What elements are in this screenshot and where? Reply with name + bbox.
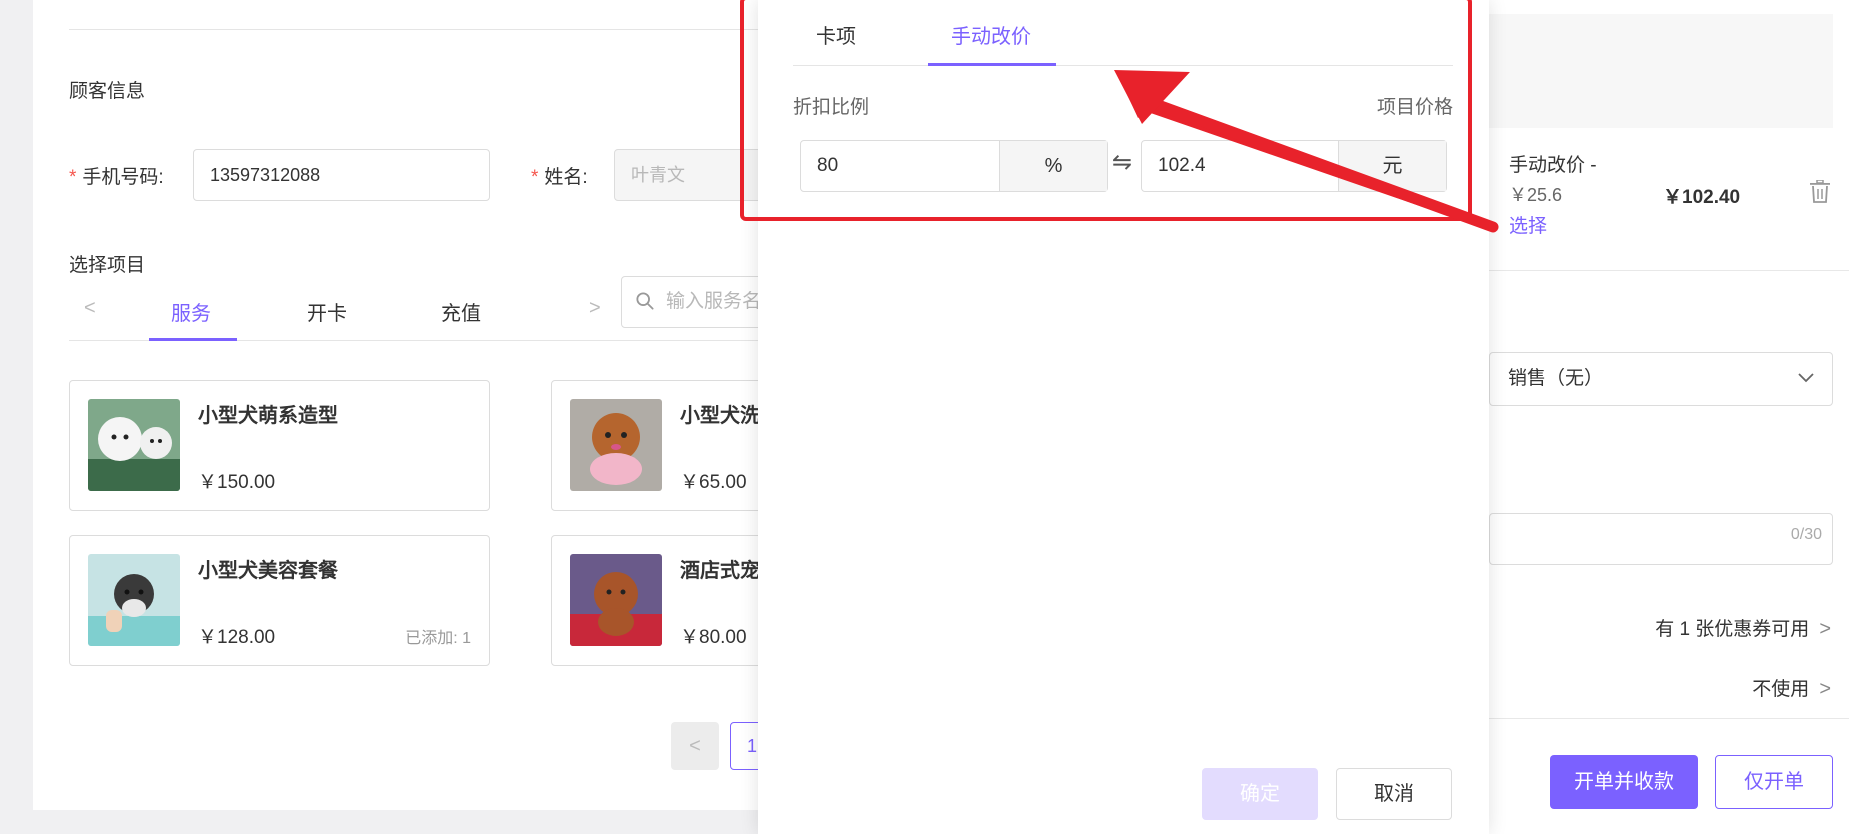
- pagination-prev-button[interactable]: <: [671, 722, 719, 770]
- order-header-area: [1489, 14, 1833, 128]
- modal-tab-divider: [793, 65, 1453, 66]
- service-price: ￥150.00: [198, 472, 276, 493]
- coupon-use-row[interactable]: 不使用 >: [1752, 674, 1831, 701]
- phone-label: * 手机号码:: [69, 162, 164, 189]
- tabs-prev-arrow[interactable]: <: [84, 297, 96, 320]
- required-mark: *: [531, 167, 539, 188]
- order-item-discount: ￥25.6: [1509, 185, 1563, 205]
- name-label-text: 姓名:: [544, 167, 588, 188]
- note-input[interactable]: 0/30: [1489, 513, 1833, 565]
- coupon-use-text: 不使用: [1752, 679, 1810, 700]
- tab-service[interactable]: 服务: [171, 297, 211, 326]
- order-item-price: ￥102.40: [1663, 187, 1741, 208]
- divider: [1489, 270, 1849, 271]
- tab-active-indicator: [149, 338, 237, 341]
- discount-label: 折扣比例: [793, 97, 870, 118]
- price-unit: 元: [1338, 141, 1446, 191]
- tab-card-items[interactable]: 卡项: [816, 20, 856, 49]
- service-name: 小型犬萌系造型: [198, 405, 338, 427]
- service-name: 酒店式宠: [680, 560, 760, 582]
- coupon-text: 有 1 张优惠券可用: [1655, 619, 1810, 640]
- service-price: ￥65.00: [680, 472, 747, 493]
- search-icon: [636, 292, 654, 310]
- order-item-select-link[interactable]: 选择: [1509, 211, 1547, 238]
- cancel-button[interactable]: 取消: [1336, 768, 1452, 820]
- tab-open-card[interactable]: 开卡: [307, 297, 347, 326]
- required-mark: *: [69, 167, 77, 188]
- service-thumbnail: [88, 399, 180, 491]
- name-label: * 姓名:: [531, 162, 588, 189]
- seller-select[interactable]: 销售（无）: [1489, 352, 1833, 406]
- swap-icon: ⇋: [1112, 149, 1133, 176]
- price-label: 项目价格: [1376, 97, 1453, 118]
- divider: [1489, 718, 1849, 719]
- items-section-title: 选择项目: [69, 255, 146, 276]
- coupon-row[interactable]: 有 1 张优惠券可用 >: [1655, 614, 1831, 641]
- customer-section-title: 顾客信息: [69, 81, 146, 102]
- tabs-next-arrow[interactable]: >: [589, 297, 601, 320]
- tab-manual-price[interactable]: 手动改价: [951, 20, 1031, 49]
- discount-input[interactable]: 80 %: [800, 140, 1108, 192]
- modal-tab-active-indicator: [928, 63, 1056, 66]
- service-thumbnail: [570, 399, 662, 491]
- discount-unit: %: [999, 141, 1107, 191]
- price-value: 102.4: [1158, 155, 1206, 176]
- price-input[interactable]: 102.4 元: [1141, 140, 1447, 192]
- service-name: 小型犬洗: [680, 405, 760, 427]
- added-count: 已添加: 1: [405, 630, 471, 647]
- service-price: ￥128.00: [198, 627, 276, 648]
- confirm-button[interactable]: 确定: [1202, 768, 1318, 820]
- order-only-button[interactable]: 仅开单: [1715, 755, 1833, 809]
- service-thumbnail: [88, 554, 180, 646]
- trash-icon[interactable]: [1809, 180, 1831, 204]
- tab-recharge[interactable]: 充值: [441, 297, 481, 326]
- service-price: ￥80.00: [680, 627, 747, 648]
- order-item-title: 手动改价 -: [1509, 155, 1597, 176]
- chevron-down-icon: [1798, 373, 1814, 383]
- service-card[interactable]: 小型犬萌系造型 ￥150.00: [69, 380, 490, 511]
- top-divider: [69, 29, 793, 30]
- main-panel: 顾客信息 * 手机号码: 13597312088 * 姓名: 叶青文 选择项目 < …: [33, 0, 821, 810]
- phone-input[interactable]: 13597312088: [193, 149, 490, 201]
- order-panel: 手动改价 - ￥25.6 选择 ￥102.40 销售（无） 0/30 有 1 张…: [1489, 0, 1864, 834]
- checkout-button[interactable]: 开单并收款: [1550, 755, 1698, 809]
- service-thumbnail: [570, 554, 662, 646]
- chevron-right-icon: >: [1819, 678, 1831, 700]
- price-change-modal: 卡项 手动改价 折扣比例 项目价格 80 % ⇋ 102.4 元 确定 取消: [740, 0, 1489, 834]
- phone-label-text: 手机号码:: [82, 167, 164, 188]
- chevron-right-icon: >: [1819, 618, 1831, 640]
- service-name: 小型犬美容套餐: [198, 560, 338, 582]
- service-card[interactable]: 小型犬美容套餐 ￥128.00 已添加: 1: [69, 535, 490, 666]
- discount-value: 80: [817, 155, 839, 176]
- note-char-count: 0/30: [1790, 526, 1822, 543]
- seller-select-value: 销售（无）: [1508, 368, 1604, 389]
